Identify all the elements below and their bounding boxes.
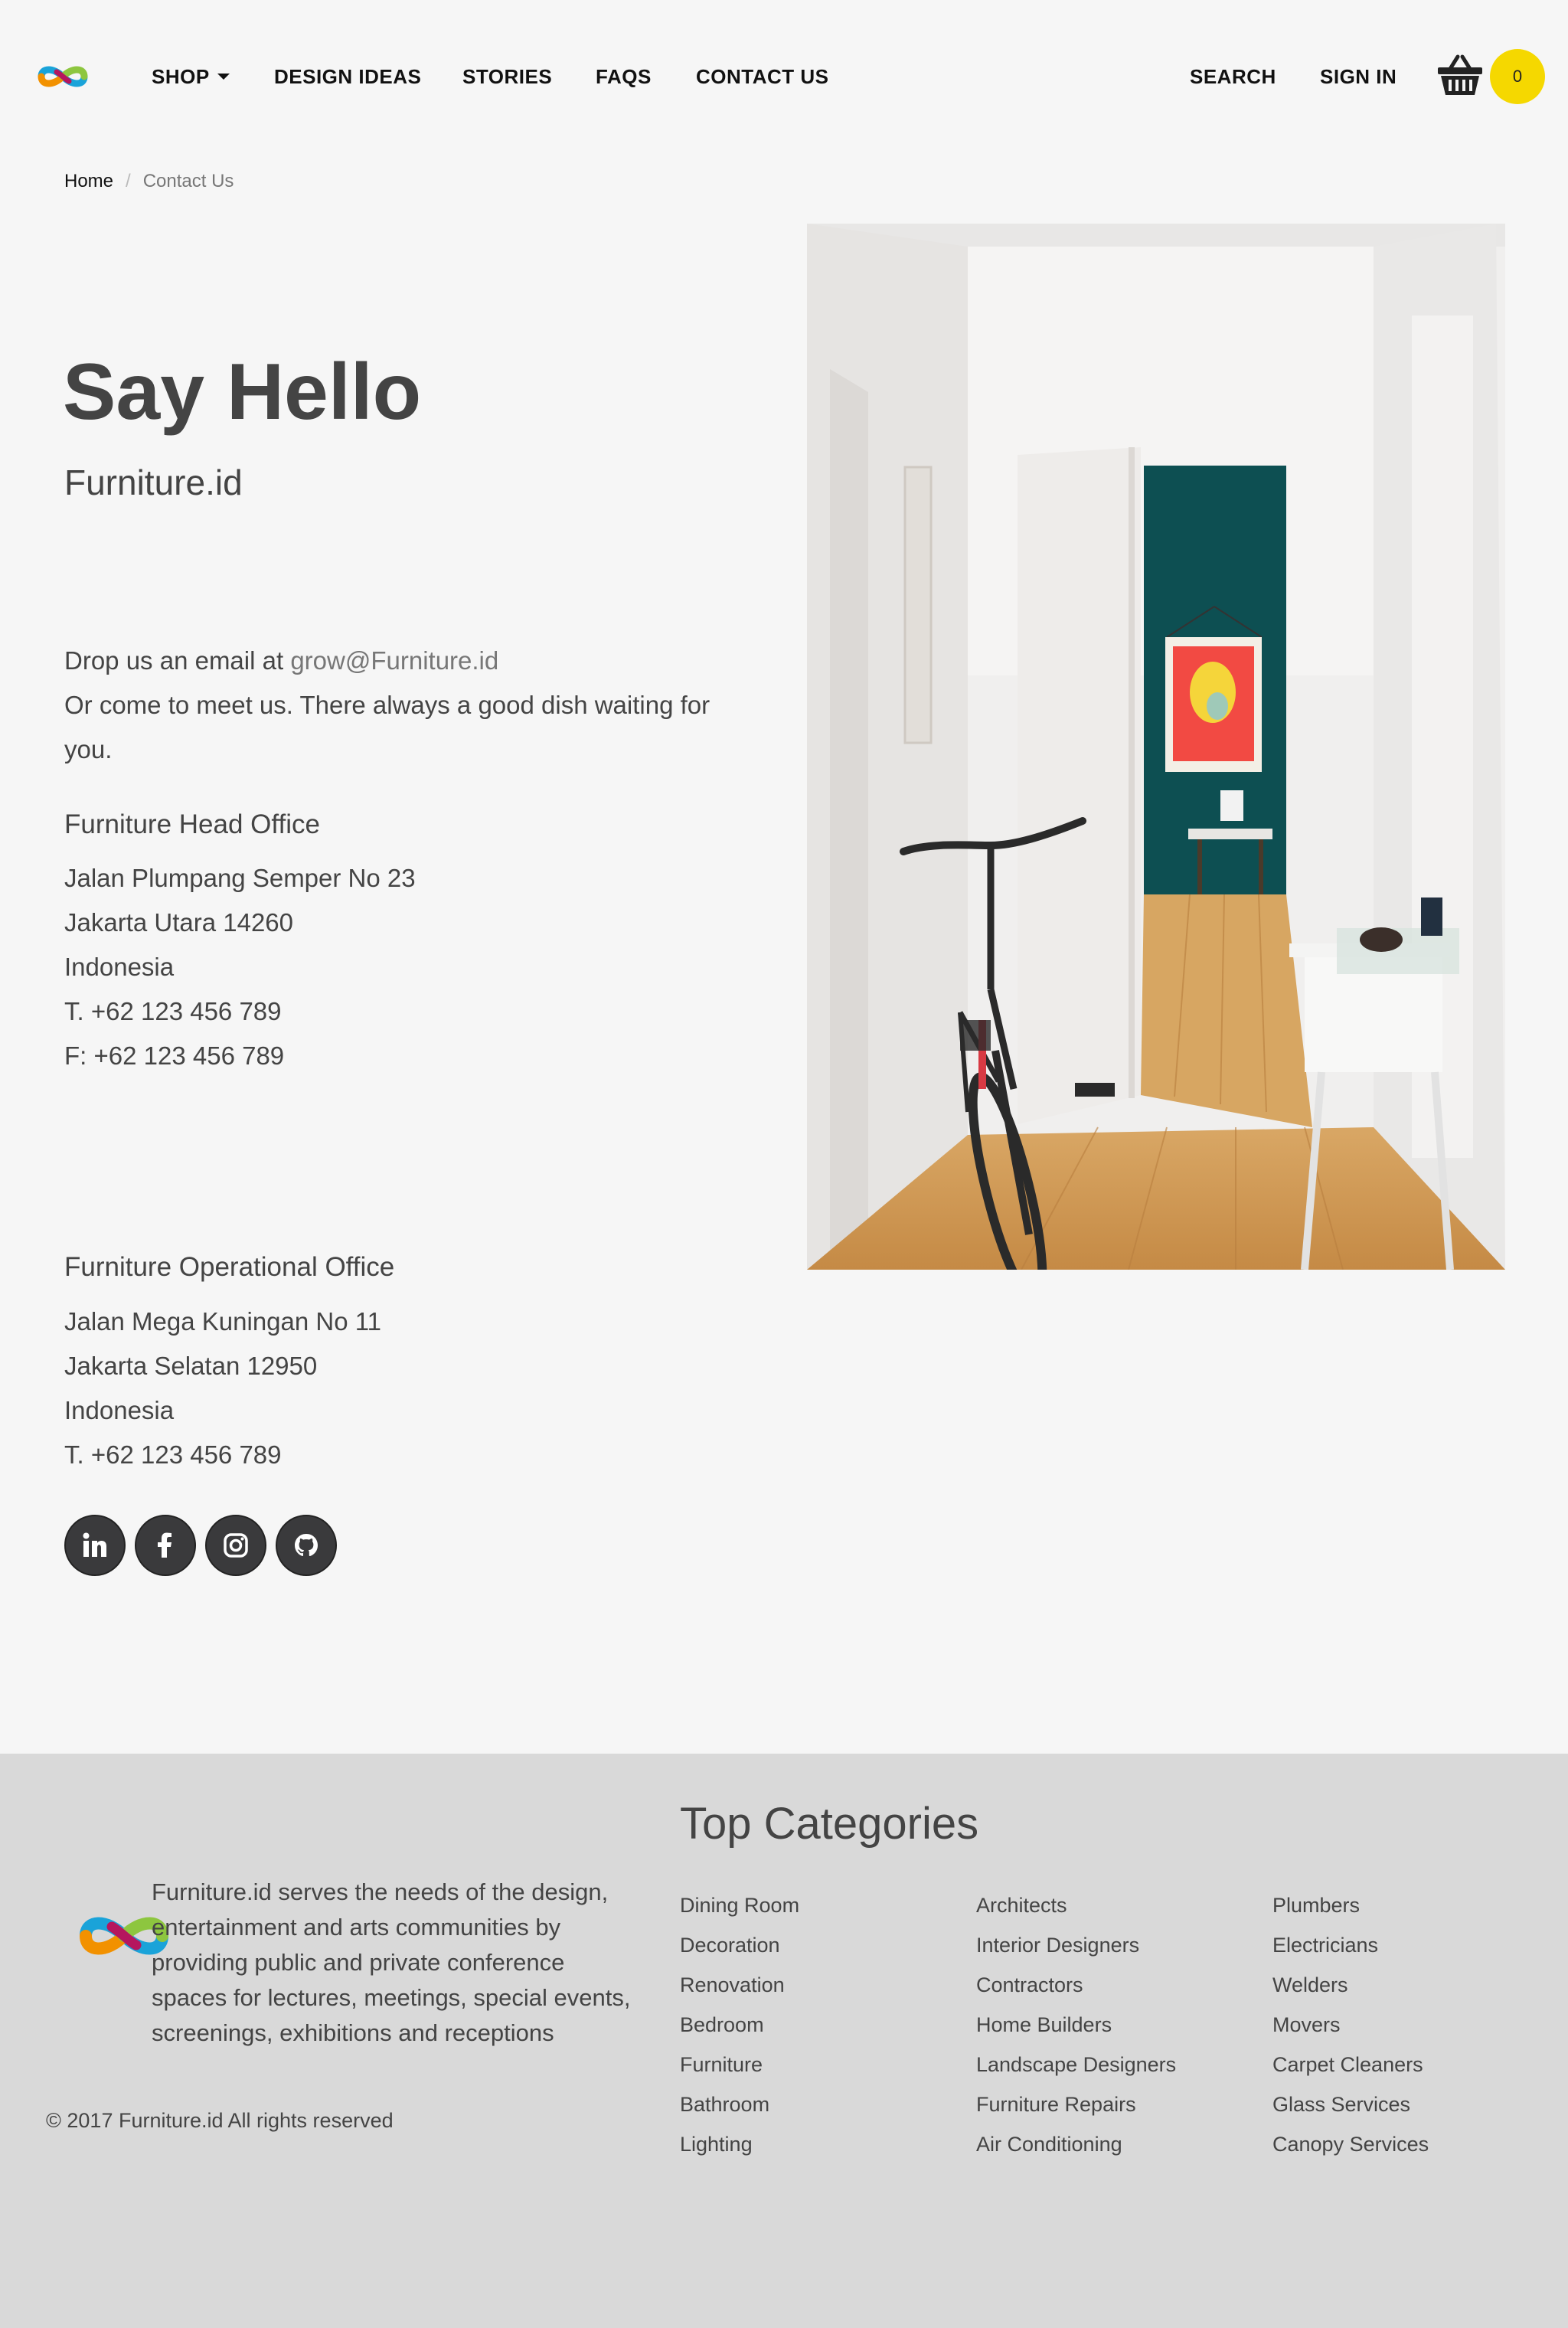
phone-line: T. +62 123 456 789 <box>64 997 282 1025</box>
category-link[interactable]: Landscape Designers <box>976 2045 1176 2084</box>
categories-column-1: Dining Room Decoration Renovation Bedroo… <box>680 1885 799 2164</box>
category-link[interactable]: Air Conditioning <box>976 2124 1176 2164</box>
page-subtitle: Furniture.id <box>64 463 243 502</box>
top-categories-title: Top Categories <box>680 1799 979 1849</box>
address-line: Jalan Plumpang Semper No 23 <box>64 864 416 892</box>
category-link[interactable]: Architects <box>976 1885 1176 1925</box>
category-link[interactable]: Movers <box>1272 2005 1429 2045</box>
github-button[interactable] <box>276 1515 337 1576</box>
instagram-button[interactable] <box>205 1515 266 1576</box>
nav-shop[interactable]: SHOP <box>152 63 230 90</box>
sign-in-button[interactable]: SIGN IN <box>1320 63 1396 90</box>
category-link[interactable]: Furniture Repairs <box>976 2084 1176 2124</box>
footer-about-text: Furniture.id serves the needs of the des… <box>152 1878 631 2046</box>
breadcrumb-separator: / <box>126 171 131 191</box>
categories-column-3: Plumbers Electricians Welders Movers Car… <box>1272 1885 1429 2164</box>
nav-contact-us[interactable]: CONTACT US <box>696 63 829 90</box>
address-line: Indonesia <box>64 953 175 981</box>
instagram-icon <box>224 1533 248 1558</box>
address-line: Indonesia <box>64 1396 175 1424</box>
chevron-down-icon <box>217 74 230 80</box>
categories-column-2: Architects Interior Designers Contractor… <box>976 1885 1176 2164</box>
breadcrumb-home-link[interactable]: Home <box>64 171 113 191</box>
category-link[interactable]: Glass Services <box>1272 2084 1429 2124</box>
nav-shop-label: SHOP <box>152 65 210 88</box>
brand-logo-icon[interactable] <box>37 58 89 95</box>
contact-intro: Drop us an email at grow@Furniture.id Or… <box>64 639 753 772</box>
category-link[interactable]: Bedroom <box>680 2005 799 2045</box>
head-office-title: Furniture Head Office <box>64 809 320 839</box>
nav-faqs[interactable]: FAQS <box>596 63 652 90</box>
facebook-button[interactable] <box>135 1515 196 1576</box>
category-link[interactable]: Plumbers <box>1272 1885 1429 1925</box>
category-link[interactable]: Carpet Cleaners <box>1272 2045 1429 2084</box>
category-link[interactable]: Electricians <box>1272 1925 1429 1965</box>
nav-design-ideas[interactable]: DESIGN IDEAS <box>274 63 421 90</box>
copyright: © 2017 Furniture.id All rights reserved <box>46 2109 394 2132</box>
navbar: SHOP DESIGN IDEAS STORIES FAQS CONTACT U… <box>0 0 1568 153</box>
operational-office-address: Jalan Mega Kuningan No 11 Jakarta Selata… <box>64 1300 381 1477</box>
hallway-illustration <box>807 224 1505 1270</box>
page-title: Say Hello <box>63 348 422 436</box>
search-button[interactable]: SEARCH <box>1190 63 1276 90</box>
category-link[interactable]: Bathroom <box>680 2084 799 2124</box>
operational-office-title: Furniture Operational Office <box>64 1252 395 1282</box>
email-prefix-text: Drop us an email at <box>64 646 291 675</box>
category-link[interactable]: Canopy Services <box>1272 2124 1429 2164</box>
address-line: Jalan Mega Kuningan No 11 <box>64 1307 382 1336</box>
breadcrumb-current: Contact Us <box>142 171 234 191</box>
category-link[interactable]: Welders <box>1272 1965 1429 2005</box>
meet-text: Or come to meet us. There always a good … <box>64 691 710 763</box>
cart-count-badge[interactable]: 0 <box>1490 49 1545 104</box>
fax-line: F: +62 123 456 789 <box>64 1041 285 1070</box>
category-link[interactable]: Decoration <box>680 1925 799 1965</box>
nav-stories[interactable]: STORIES <box>462 63 552 90</box>
linkedin-icon <box>83 1532 106 1557</box>
category-link[interactable]: Contractors <box>976 1965 1176 2005</box>
category-link[interactable]: Interior Designers <box>976 1925 1176 1965</box>
breadcrumb: Home / Contact Us <box>64 170 234 193</box>
facebook-icon <box>158 1532 172 1558</box>
category-link[interactable]: Dining Room <box>680 1885 799 1925</box>
address-line: Jakarta Selatan 12950 <box>64 1352 318 1380</box>
social-links <box>64 1515 337 1576</box>
category-link[interactable]: Lighting <box>680 2124 799 2164</box>
email-link[interactable]: grow@Furniture.id <box>290 646 498 675</box>
address-line: Jakarta Utara 14260 <box>64 908 294 937</box>
category-link[interactable]: Furniture <box>680 2045 799 2084</box>
hallway-photo <box>807 224 1505 1270</box>
github-icon <box>295 1534 318 1556</box>
phone-line: T. +62 123 456 789 <box>64 1440 282 1469</box>
category-link[interactable]: Home Builders <box>976 2005 1176 2045</box>
linkedin-button[interactable] <box>64 1515 126 1576</box>
category-link[interactable]: Renovation <box>680 1965 799 2005</box>
basket-icon[interactable] <box>1436 52 1484 98</box>
head-office-address: Jalan Plumpang Semper No 23 Jakarta Utar… <box>64 856 416 1078</box>
